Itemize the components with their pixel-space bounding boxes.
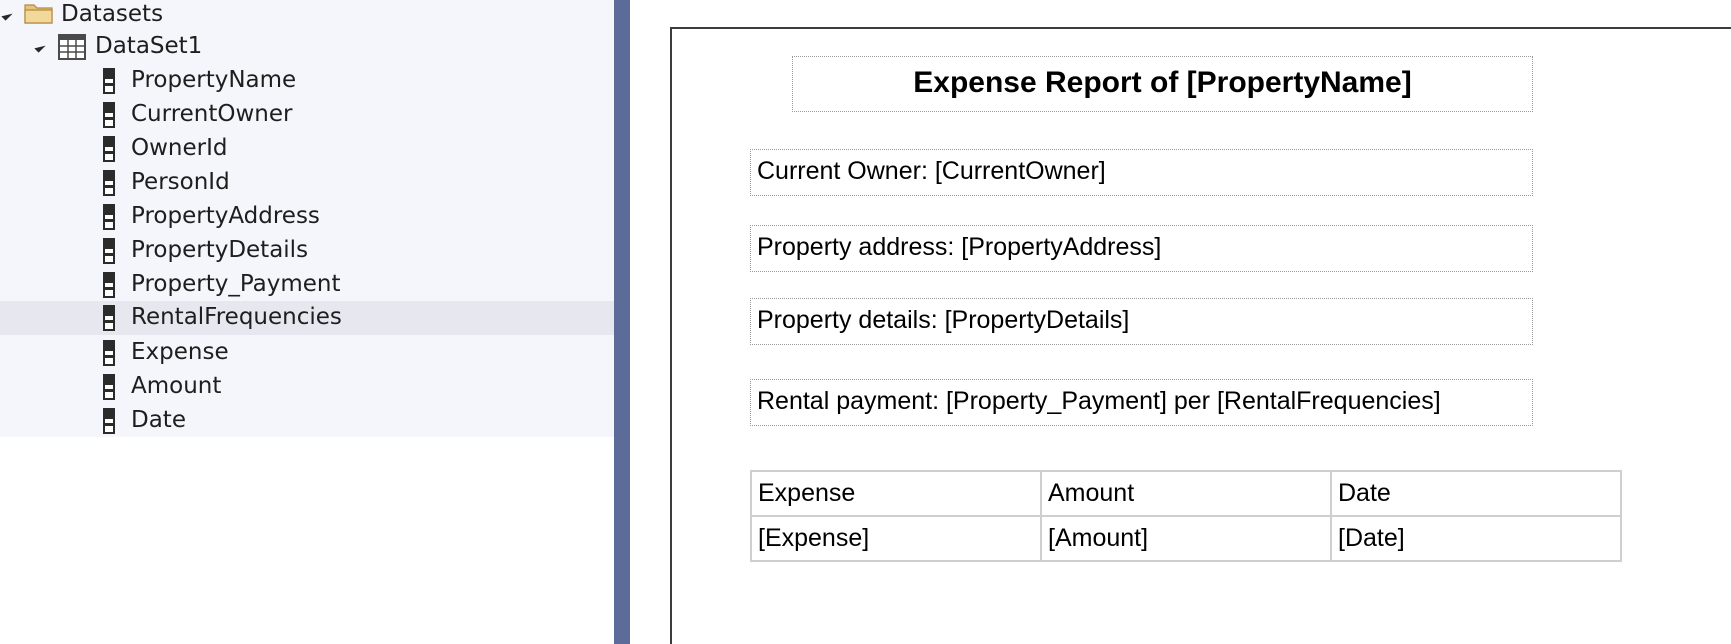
field-item-personid[interactable]: PersonId xyxy=(0,166,614,200)
field-icon xyxy=(103,374,115,400)
rental-payment-textbox[interactable]: Rental payment: [Property_Payment] per [… xyxy=(750,379,1533,426)
report-title-textbox[interactable]: Expense Report of [PropertyName] xyxy=(792,56,1533,112)
table-detail-cell[interactable]: [Date] xyxy=(1332,517,1620,560)
field-icon xyxy=(103,136,115,162)
field-label: PropertyDetails xyxy=(131,237,309,263)
field-item-propertyaddress[interactable]: PropertyAddress xyxy=(0,200,614,234)
table-header-cell[interactable]: Amount xyxy=(1042,472,1332,517)
field-icon xyxy=(103,102,115,128)
tree-node-datasets[interactable]: Datasets xyxy=(0,0,614,32)
report-title: Expense Report of [PropertyName] xyxy=(913,66,1412,99)
table-header-date: Date xyxy=(1338,479,1391,507)
report-design-surface[interactable]: Expense Report of [PropertyName] Current… xyxy=(630,0,1731,644)
field-item-property-payment[interactable]: Property_Payment xyxy=(0,268,614,302)
tree-node-label: Datasets xyxy=(61,1,164,27)
field-icon xyxy=(103,238,115,264)
expand-arrow-icon[interactable] xyxy=(34,41,46,53)
table-header-cell[interactable]: Expense xyxy=(752,472,1042,517)
dataset-table-icon xyxy=(58,34,86,60)
field-icon xyxy=(103,68,115,94)
field-item-propertydetails[interactable]: PropertyDetails xyxy=(0,234,614,268)
field-icon xyxy=(103,340,115,366)
field-item-date[interactable]: Date xyxy=(0,404,614,438)
expense-table[interactable]: Expense Amount Date [Expense] [Amount] [… xyxy=(750,470,1622,562)
field-item-ownerid[interactable]: OwnerId xyxy=(0,132,614,166)
expand-arrow-icon[interactable] xyxy=(1,9,13,21)
folder-icon xyxy=(24,4,53,24)
table-header-cell[interactable]: Date xyxy=(1332,472,1620,517)
table-cell-amount: [Amount] xyxy=(1048,524,1149,552)
field-label: Expense xyxy=(131,339,229,365)
property-address-text: Property address: [PropertyAddress] xyxy=(757,233,1162,261)
field-label: OwnerId xyxy=(131,135,228,161)
field-icon xyxy=(103,170,115,196)
field-icon xyxy=(103,305,115,331)
panel-splitter[interactable] xyxy=(614,0,630,644)
table-header-expense: Expense xyxy=(758,479,856,507)
field-label: PropertyAddress xyxy=(131,203,320,229)
field-icon xyxy=(103,408,115,434)
field-label: Date xyxy=(131,407,186,433)
field-item-rentalfrequencies[interactable]: RentalFrequencies xyxy=(0,301,614,335)
field-label: PropertyName xyxy=(131,67,297,93)
table-header-amount: Amount xyxy=(1048,479,1135,507)
current-owner-textbox[interactable]: Current Owner: [CurrentOwner] xyxy=(750,149,1533,196)
table-detail-cell[interactable]: [Expense] xyxy=(752,517,1042,560)
property-details-text: Property details: [PropertyDetails] xyxy=(757,306,1130,334)
field-item-amount[interactable]: Amount xyxy=(0,370,614,404)
field-item-currentowner[interactable]: CurrentOwner xyxy=(0,98,614,132)
table-cell-expense: [Expense] xyxy=(758,524,870,552)
property-details-textbox[interactable]: Property details: [PropertyDetails] xyxy=(750,298,1533,345)
field-icon xyxy=(103,204,115,230)
property-address-textbox[interactable]: Property address: [PropertyAddress] xyxy=(750,225,1533,272)
field-icon xyxy=(103,272,115,298)
tree-node-dataset1[interactable]: DataSet1 xyxy=(0,30,614,64)
table-cell-date: [Date] xyxy=(1338,524,1405,552)
field-label: Property_Payment xyxy=(131,271,341,297)
field-item-propertyname[interactable]: PropertyName xyxy=(0,64,614,98)
field-item-expense[interactable]: Expense xyxy=(0,336,614,370)
report-data-tree-panel: Datasets DataSet1 PropertyName CurrentOw… xyxy=(0,0,614,644)
field-label: Amount xyxy=(131,373,222,399)
tree-node-label: DataSet1 xyxy=(95,33,203,59)
current-owner-text: Current Owner: [CurrentOwner] xyxy=(757,157,1106,185)
rental-payment-text: Rental payment: [Property_Payment] per [… xyxy=(757,387,1441,415)
table-detail-cell[interactable]: [Amount] xyxy=(1042,517,1332,560)
field-label: RentalFrequencies xyxy=(131,304,342,330)
field-label: CurrentOwner xyxy=(131,101,293,127)
report-body[interactable]: Expense Report of [PropertyName] Current… xyxy=(670,27,1731,644)
field-label: PersonId xyxy=(131,169,230,195)
